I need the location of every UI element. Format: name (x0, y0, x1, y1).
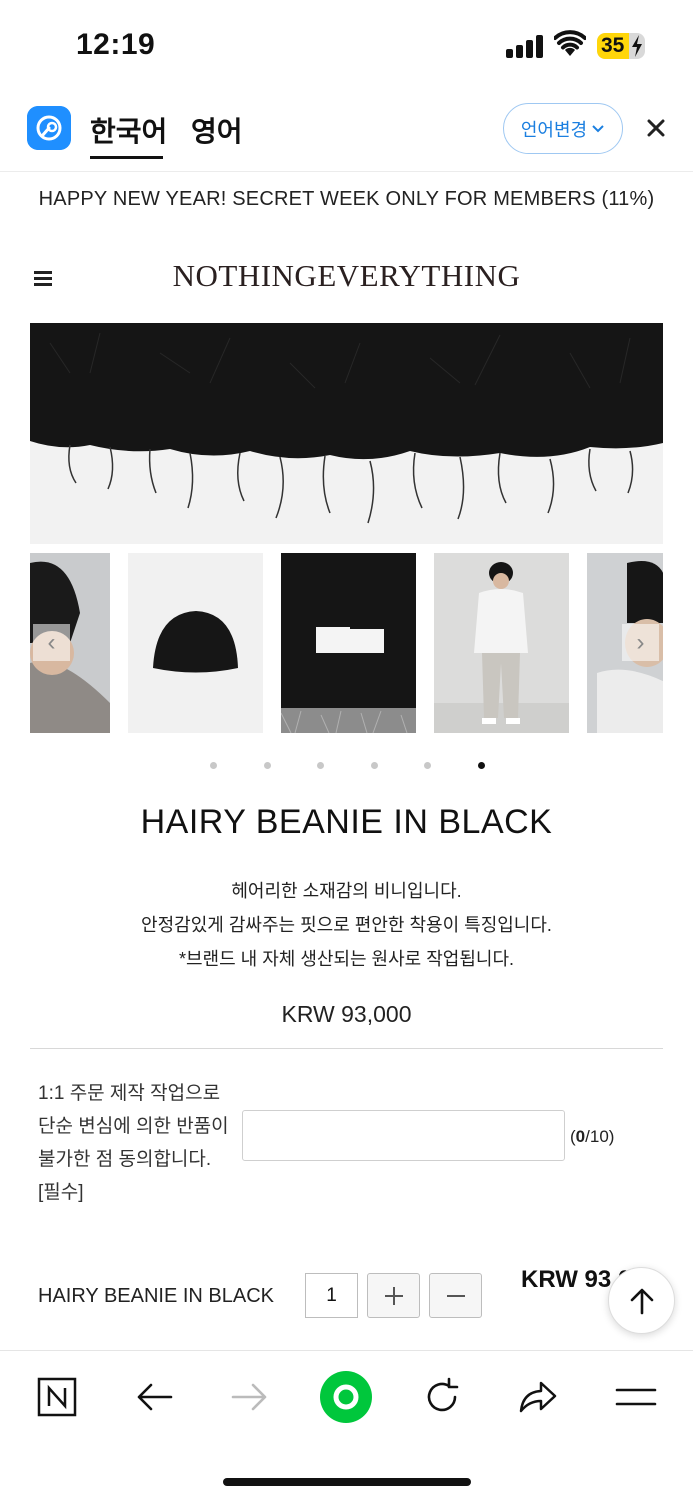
papago-app-icon[interactable] (27, 106, 71, 150)
quantity-field[interactable]: 1 (305, 1273, 358, 1318)
gallery-dot[interactable] (264, 762, 271, 769)
gallery-dot[interactable] (424, 762, 431, 769)
refresh-icon (427, 1377, 459, 1412)
green-dot-icon (320, 1371, 372, 1423)
main-product-image[interactable] (30, 323, 663, 544)
naver-home-icon (37, 1377, 77, 1417)
thumbnail-strip (30, 553, 663, 733)
gallery-dots (0, 762, 693, 772)
product-description-line: *브랜드 내 자체 생산되는 원사로 작업됩니다. (178, 949, 515, 969)
plus-icon (384, 1286, 403, 1305)
status-time: 12:19 (76, 28, 156, 61)
gallery-dot[interactable] (478, 762, 485, 769)
menu-lines-icon (615, 1388, 657, 1406)
forward-arrow-icon (231, 1383, 267, 1411)
battery-icon: 35 (597, 33, 645, 59)
share-button[interactable] (514, 1373, 562, 1421)
wifi-icon (554, 30, 586, 56)
thumbnail-image[interactable] (128, 553, 263, 733)
thumbnail-image[interactable] (281, 553, 416, 733)
product-description-line: 헤어리한 소재감의 비니입니다. (231, 881, 462, 901)
status-bar: 12:19 35 (0, 0, 693, 92)
browser-toolbar (0, 1350, 693, 1500)
signal-icon (506, 34, 544, 58)
gallery-next-button[interactable]: › (622, 624, 659, 661)
brand-logo[interactable]: NOTHINGEVERYTHING (0, 258, 693, 294)
counter-current: 0 (575, 1127, 586, 1146)
minus-icon (446, 1294, 465, 1297)
quantity-increase-button[interactable] (367, 1273, 420, 1318)
gallery-dot[interactable] (210, 762, 217, 769)
product-description-line: 안정감있게 감싸주는 핏으로 편안한 착용이 특징입니다. (141, 915, 552, 935)
refresh-button[interactable] (418, 1373, 466, 1421)
character-counter: (0/10) (570, 1127, 614, 1147)
order-notice-line: 불가한 점 동의합니다. (38, 1149, 212, 1170)
gallery-dot[interactable] (371, 762, 378, 769)
scroll-to-top-button[interactable] (608, 1267, 675, 1334)
divider (30, 1048, 663, 1049)
quantity-decrease-button[interactable] (429, 1273, 482, 1318)
agreement-input[interactable] (242, 1110, 565, 1161)
tab-english[interactable]: 영어 (191, 110, 243, 150)
green-dot-button[interactable] (318, 1369, 374, 1425)
charging-bolt-icon (632, 35, 642, 57)
change-language-button[interactable]: 언어변경 (503, 103, 623, 154)
order-notice-line: 1:1 주문 제작 작업으로 (38, 1083, 221, 1104)
back-arrow-icon (137, 1383, 173, 1411)
gallery-prev-button[interactable]: ‹ (33, 624, 70, 661)
translate-bar: 한국어 영어 언어변경 (0, 92, 693, 172)
counter-max: /10) (585, 1127, 615, 1146)
active-tab-underline (90, 156, 163, 159)
back-button[interactable] (130, 1373, 178, 1421)
browser-menu-button[interactable] (612, 1373, 660, 1421)
product-title: HAIRY BEANIE IN BLACK (140, 803, 553, 841)
gallery-dot[interactable] (317, 762, 324, 769)
product-price: KRW 93,000 (281, 1001, 412, 1027)
promo-banner[interactable]: HAPPY NEW YEAR! SECRET WEEK ONLY FOR MEM… (0, 172, 693, 226)
change-language-label: 언어변경 (520, 119, 588, 140)
battery-percent: 35 (601, 34, 625, 57)
order-notice-line: 단순 변심에 의한 반품이 (38, 1116, 229, 1137)
forward-button[interactable] (226, 1373, 274, 1421)
chevron-down-icon (592, 124, 604, 132)
tab-korean[interactable]: 한국어 (90, 110, 167, 150)
selected-option-name: HAIRY BEANIE IN BLACK (38, 1285, 275, 1307)
close-icon[interactable] (642, 114, 670, 142)
thumbnail-image[interactable] (434, 553, 569, 733)
home-indicator (223, 1478, 471, 1486)
naver-home-button[interactable] (33, 1373, 81, 1421)
arrow-up-icon (630, 1288, 653, 1314)
order-notice-required: [필수] (38, 1182, 84, 1203)
share-icon (519, 1381, 557, 1413)
